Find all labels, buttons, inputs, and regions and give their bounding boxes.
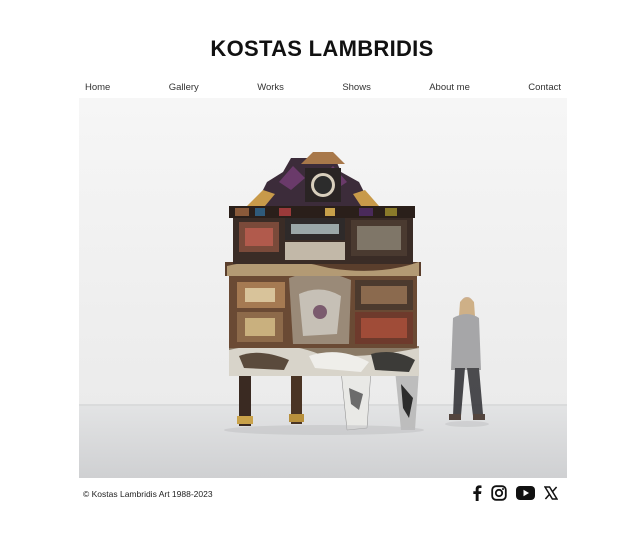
nav-contact[interactable]: Contact [522, 82, 567, 93]
nav-works[interactable]: Works [251, 82, 290, 93]
nav-about-me[interactable]: About me [423, 82, 476, 93]
x-icon[interactable] [544, 486, 558, 500]
hero-image [79, 98, 567, 478]
nav-gallery[interactable]: Gallery [163, 82, 205, 93]
facebook-icon[interactable] [472, 485, 482, 501]
nav-home[interactable]: Home [79, 82, 116, 93]
youtube-icon[interactable] [516, 486, 535, 500]
main-nav: Home Gallery Works Shows About me Contac… [79, 80, 567, 94]
site-title: KOSTAS LAMBRIDIS [210, 36, 434, 61]
copyright-text: © Kostas Lambridis Art 1988-2023 [83, 489, 213, 499]
instagram-icon[interactable] [491, 485, 507, 501]
nav-shows[interactable]: Shows [336, 82, 377, 93]
social-links [472, 484, 558, 502]
